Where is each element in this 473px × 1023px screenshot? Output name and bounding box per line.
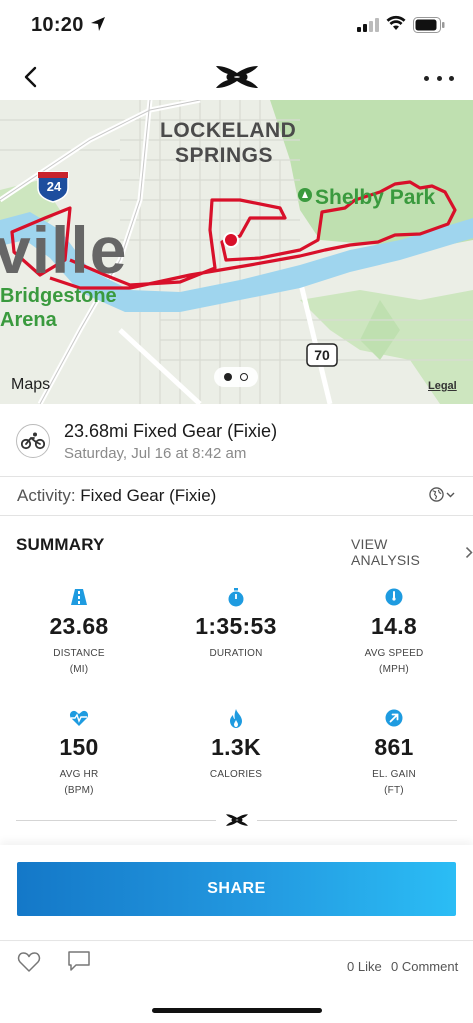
arena-label-line1: Bridgestone [0, 285, 117, 307]
chevron-down-icon [446, 492, 455, 497]
workout-title: 23.68mi Fixed Gear (Fixie) [64, 421, 278, 441]
share-section: SHARE [0, 845, 473, 940]
activity-label: Activity: Fixed Gear (Fixie) [17, 486, 216, 506]
stat-distance: 23.68 DISTANCE (MI) [0, 585, 158, 678]
flame-icon [230, 708, 242, 728]
stat-calories: 1.3K CALORIES [157, 706, 315, 783]
stat-value: 861 [374, 734, 414, 760]
stat-unit: (MI) [69, 664, 89, 675]
neighborhood-label-line1: LOCKELAND [160, 119, 297, 142]
view-analysis-label: VIEW ANALYSIS [351, 536, 421, 568]
divider-line [16, 820, 216, 821]
stat-value: 1.3K [211, 734, 261, 760]
wifi-icon [386, 15, 406, 30]
park-label: Shelby Park [315, 186, 436, 209]
stat-avg-speed: 14.8 AVG SPEED (MPH) [315, 585, 473, 678]
heart-icon[interactable] [17, 951, 41, 973]
arena-label-line2: Arena [0, 309, 57, 331]
activity-type-avatar [16, 424, 50, 458]
arena-label: Bridgestone Arena [0, 284, 117, 332]
activity-value: Fixed Gear (Fixie) [80, 486, 217, 505]
stat-label: AVG HR [59, 769, 99, 780]
privacy-dropdown[interactable] [429, 487, 455, 502]
more-dot-icon [436, 75, 442, 81]
home-indicator [152, 1008, 322, 1013]
speedometer-icon [385, 588, 403, 606]
activity-label-text: Activity: [17, 486, 76, 505]
neighborhood-label: LOCKELAND SPRINGS [160, 118, 297, 168]
activity-row[interactable]: Activity: Fixed Gear (Fixie) [0, 477, 473, 515]
summary-title: SUMMARY [16, 535, 105, 554]
stat-value: 23.68 [49, 613, 109, 639]
page-dot-inactive [240, 373, 248, 381]
brand-divider [16, 810, 457, 830]
clock: 10:20 [31, 14, 84, 36]
bicycle-icon [21, 432, 45, 450]
stat-value: 1:35:53 [195, 613, 277, 639]
stat-unit: (BPM) [64, 785, 94, 796]
map-page-indicator[interactable] [214, 367, 258, 387]
back-button[interactable] [18, 64, 42, 90]
under-armour-logo-icon [226, 814, 248, 826]
cellular-signal-icon [357, 18, 379, 32]
stat-label: AVG SPEED [364, 648, 424, 659]
stat-label: CALORIES [209, 769, 263, 780]
heart-rate-icon [69, 710, 89, 726]
stat-value: 150 [59, 734, 99, 760]
globe-icon [429, 487, 444, 502]
chevron-left-icon [24, 66, 37, 88]
apple-maps-attribution: Maps [11, 376, 50, 394]
workout-header: 23.68mi Fixed Gear (Fixie) Saturday, Jul… [0, 404, 473, 476]
route-shield-label: 70 [314, 347, 330, 363]
city-label: ville [0, 213, 128, 287]
neighborhood-label-line2: SPRINGS [174, 144, 274, 167]
under-armour-logo-icon [216, 66, 258, 88]
more-dot-icon [449, 75, 454, 81]
status-bar: 10:20 [0, 0, 473, 52]
social-bar: 0 Like 0 Comment [0, 940, 473, 990]
stat-duration: 1:35:53 DURATION [157, 585, 315, 662]
comment-count[interactable]: 0 Comment [391, 959, 458, 974]
more-dot-icon [424, 75, 429, 81]
stat-label: DURATION [209, 648, 263, 659]
share-button[interactable]: SHARE [17, 862, 456, 916]
route-map[interactable]: LOCKELAND SPRINGS Shelby Park ville Brid… [0, 100, 473, 404]
view-analysis-button[interactable]: VIEW ANALYSIS [351, 536, 473, 568]
location-arrow-icon [91, 17, 105, 31]
elevation-arrow-icon [385, 709, 403, 727]
interstate-shield-label: 24 [46, 179, 62, 194]
divider-line [257, 820, 457, 821]
comment-icon[interactable] [67, 950, 91, 972]
chevron-right-icon [465, 546, 473, 558]
legal-link[interactable]: Legal [428, 380, 457, 392]
more-options-button[interactable] [424, 68, 454, 88]
road-icon [71, 589, 87, 605]
stopwatch-icon [228, 587, 244, 606]
battery-icon [413, 17, 445, 33]
workout-date: Saturday, Jul 16 at 8:42 am [64, 445, 247, 462]
stat-avg-hr: 150 AVG HR (BPM) [0, 706, 158, 799]
stat-unit: (MPH) [379, 664, 409, 675]
attribution-text: Maps [11, 376, 51, 393]
stat-label: DISTANCE [53, 648, 105, 659]
nav-bar [0, 52, 473, 100]
summary-header: SUMMARY VIEW ANALYSIS [0, 516, 473, 572]
like-count[interactable]: 0 Like [347, 959, 382, 974]
stat-value: 14.8 [371, 613, 417, 639]
page-dot-active [224, 373, 232, 381]
stat-label: EL. GAIN [372, 769, 416, 780]
stat-unit: (FT) [384, 785, 404, 796]
stat-elevation-gain: 861 EL. GAIN (FT) [315, 706, 473, 799]
